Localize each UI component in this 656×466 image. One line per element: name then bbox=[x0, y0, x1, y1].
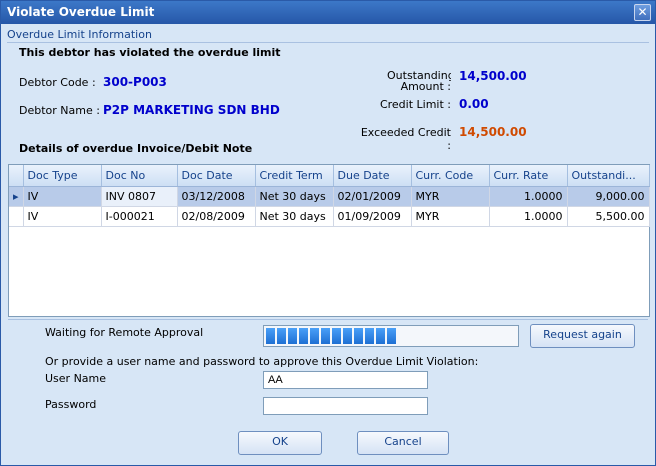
column-curr-code[interactable]: Curr. Code bbox=[411, 165, 490, 187]
overdue-documents-grid[interactable]: Doc Type Doc No Doc Date Credit Term Due… bbox=[8, 164, 650, 317]
debtor-code-value: 300-P003 bbox=[103, 75, 167, 89]
approval-instruction: Or provide a user name and password to a… bbox=[45, 355, 479, 368]
section-caption: Overdue Limit Information bbox=[7, 28, 152, 41]
progress-fill bbox=[266, 328, 396, 344]
row-indicator-empty bbox=[9, 206, 24, 227]
cell-doc-no[interactable]: INV 0807 bbox=[101, 186, 178, 207]
outstanding-amount-label: Outstanding Amount : bbox=[387, 70, 451, 92]
progress-segment bbox=[266, 328, 275, 344]
column-doc-type[interactable]: Doc Type bbox=[23, 165, 102, 187]
cell-doc-no[interactable]: I-000021 bbox=[101, 206, 178, 227]
row-indicator-header bbox=[9, 165, 24, 187]
outstanding-amount-value: 14,500.00 bbox=[459, 69, 527, 83]
column-doc-date[interactable]: Doc Date bbox=[177, 165, 256, 187]
cell-curr-code[interactable]: MYR bbox=[411, 186, 490, 207]
waiting-label: Waiting for Remote Approval bbox=[45, 326, 204, 339]
approval-progress-bar bbox=[263, 325, 519, 347]
request-again-button[interactable]: Request again bbox=[530, 324, 635, 348]
progress-segment bbox=[365, 328, 374, 344]
user-name-label: User Name bbox=[45, 372, 107, 385]
cancel-button[interactable]: Cancel bbox=[357, 431, 449, 455]
column-outstanding[interactable]: Outstandi... bbox=[567, 165, 650, 187]
column-credit-term[interactable]: Credit Term bbox=[255, 165, 334, 187]
column-curr-rate[interactable]: Curr. Rate bbox=[489, 165, 568, 187]
cell-doc-type[interactable]: IV bbox=[23, 186, 102, 207]
user-name-input[interactable] bbox=[263, 371, 428, 389]
grid-header-row: Doc Type Doc No Doc Date Credit Term Due… bbox=[9, 165, 650, 187]
progress-segment bbox=[288, 328, 297, 344]
exceeded-credit-label: Exceeded Credit : bbox=[360, 126, 451, 152]
progress-segment bbox=[354, 328, 363, 344]
progress-segment bbox=[387, 328, 396, 344]
headline: This debtor has violated the overdue lim… bbox=[19, 46, 281, 59]
cell-outstanding[interactable]: 5,500.00 bbox=[567, 206, 650, 227]
progress-segment bbox=[343, 328, 352, 344]
ok-button[interactable]: OK bbox=[238, 431, 322, 455]
cell-doc-type[interactable]: IV bbox=[23, 206, 102, 227]
progress-segment bbox=[332, 328, 341, 344]
cell-doc-date[interactable]: 03/12/2008 bbox=[177, 186, 256, 207]
close-icon[interactable]: ✕ bbox=[634, 4, 651, 21]
exceeded-credit-value: 14,500.00 bbox=[459, 125, 527, 139]
debtor-name-value: P2P MARKETING SDN BHD bbox=[103, 103, 280, 117]
progress-segment bbox=[321, 328, 330, 344]
credit-limit-value: 0.00 bbox=[459, 97, 489, 111]
progress-segment bbox=[310, 328, 319, 344]
credit-limit-label: Credit Limit : bbox=[379, 98, 451, 111]
debtor-code-label: Debtor Code : bbox=[19, 76, 96, 89]
cell-credit-term[interactable]: Net 30 days bbox=[255, 186, 334, 207]
column-doc-no[interactable]: Doc No bbox=[101, 165, 178, 187]
debtor-name-label: Debtor Name : bbox=[19, 104, 100, 117]
cell-outstanding[interactable]: 9,000.00 bbox=[567, 186, 650, 207]
cell-curr-rate[interactable]: 1.0000 bbox=[489, 206, 568, 227]
section-divider bbox=[7, 42, 649, 43]
row-indicator-icon: ▸ bbox=[9, 186, 24, 207]
progress-segment bbox=[277, 328, 286, 344]
password-label: Password bbox=[45, 398, 97, 411]
cell-curr-code[interactable]: MYR bbox=[411, 206, 490, 227]
progress-segment bbox=[376, 328, 385, 344]
dialog-title: Violate Overdue Limit bbox=[7, 5, 155, 19]
table-row[interactable]: ▸ IV INV 0807 03/12/2008 Net 30 days 02/… bbox=[9, 186, 650, 207]
cell-credit-term[interactable]: Net 30 days bbox=[255, 206, 334, 227]
title-bar[interactable]: Violate Overdue Limit ✕ bbox=[1, 1, 655, 24]
column-due-date[interactable]: Due Date bbox=[333, 165, 412, 187]
cell-curr-rate[interactable]: 1.0000 bbox=[489, 186, 568, 207]
approval-divider bbox=[8, 319, 648, 320]
table-row[interactable]: IV I-000021 02/08/2009 Net 30 days 01/09… bbox=[9, 206, 650, 227]
overdue-limit-dialog: Violate Overdue Limit ✕ Overdue Limit In… bbox=[0, 0, 656, 466]
progress-segment bbox=[299, 328, 308, 344]
cell-due-date[interactable]: 01/09/2009 bbox=[333, 206, 412, 227]
details-title: Details of overdue Invoice/Debit Note bbox=[19, 142, 253, 155]
cell-doc-date[interactable]: 02/08/2009 bbox=[177, 206, 256, 227]
password-input[interactable] bbox=[263, 397, 428, 415]
cell-due-date[interactable]: 02/01/2009 bbox=[333, 186, 412, 207]
